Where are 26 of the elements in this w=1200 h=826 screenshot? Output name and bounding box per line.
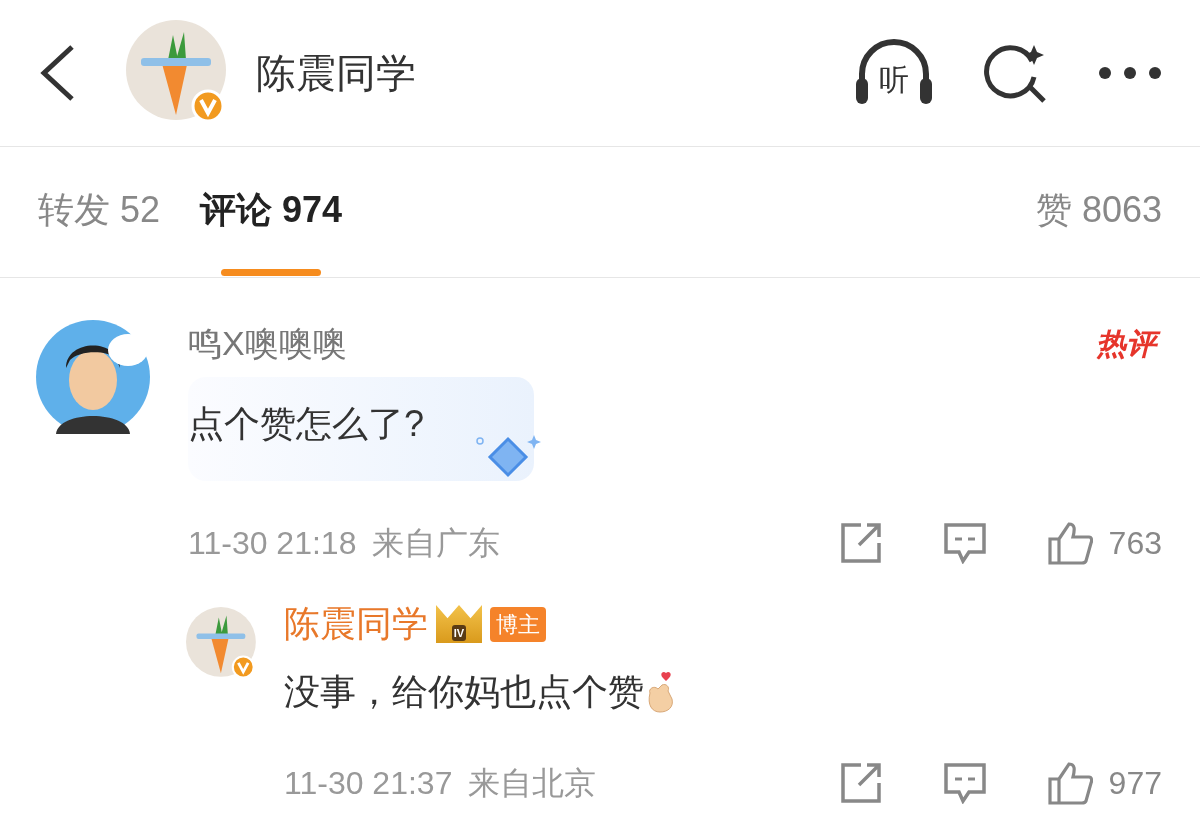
comment-location: 来自广东 [372,524,501,563]
level-badge: IV [436,605,482,643]
comment-text: 点个赞怎么了? [188,403,425,444]
tab[interactable]: 转发 52 [38,140,161,284]
thumbs-up-icon [1046,521,1093,565]
like-button[interactable]: 977 [1046,759,1162,807]
share-icon[interactable] [838,761,883,805]
tab[interactable]: 评论 974 [200,140,343,284]
comment-icon[interactable] [942,522,987,564]
reply-time: 11-30 21:37 [284,764,453,803]
like-button[interactable]: 763 [1046,519,1162,567]
avatar[interactable] [36,320,150,434]
likes-tab[interactable]: 赞 8063 [1035,140,1162,284]
reply-text: 没事，给你妈也点个赞 [284,670,644,714]
commenter-name[interactable]: 鸣X噢噢噢 [188,318,347,369]
comment-icon[interactable] [942,762,987,804]
share-icon[interactable] [838,521,883,565]
hot-comment-label: 热评 [1094,319,1162,368]
comment-time: 11-30 21:18 [188,524,357,563]
thumbs-up-icon [1046,761,1093,805]
listen-button[interactable]: 听 [854,38,934,108]
more-icon[interactable] [1098,66,1162,80]
blogger-name[interactable]: 陈震同学 [284,597,428,651]
account-name: 陈震同学 [256,50,416,97]
blogger-badge: 博主 [490,606,546,642]
reply-location: 来自北京 [468,764,597,803]
